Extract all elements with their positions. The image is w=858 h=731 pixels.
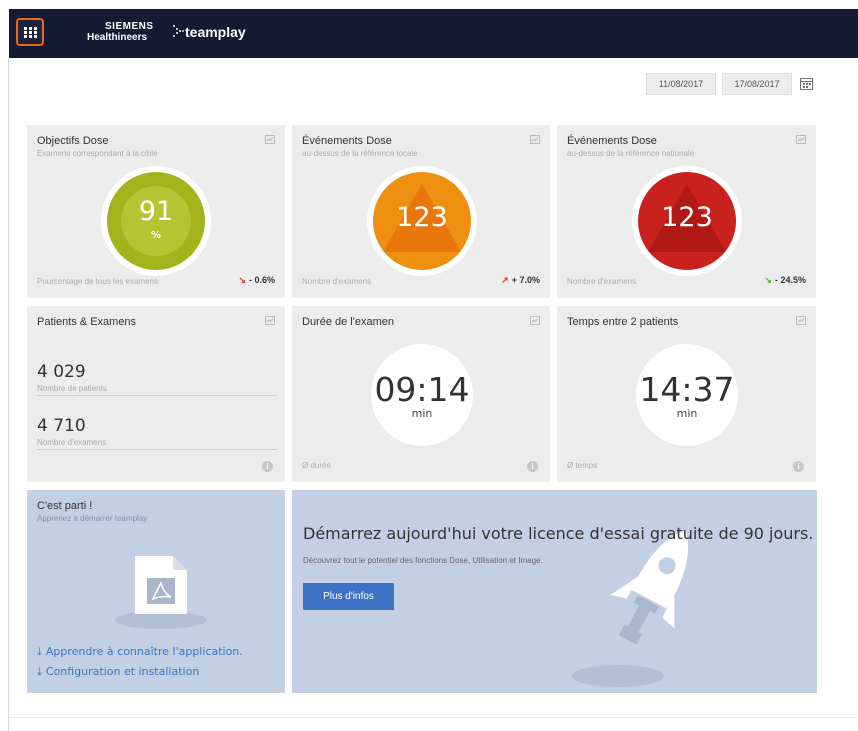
patients-exams-card[interactable]: Patients & Examens 4 029 Nombre de patie… [27,306,285,482]
dose-goals-gauge: 91 % [101,166,211,276]
exam-duration-value: 09:14 [374,370,470,409]
bottom-divider [9,717,858,718]
card-footer: Ø durée [302,461,331,470]
link-text: Configuration et installation [45,665,200,678]
expand-icon[interactable] [265,316,275,325]
exams-label: Nombre d'examens [37,438,107,447]
expand-icon[interactable] [796,135,806,144]
download-icon: ⤓ [37,665,42,678]
apps-menu-button[interactable] [16,18,44,46]
brand-line1: SIEMENS [105,21,154,32]
trend-down-icon: ↘ [238,275,246,285]
divider [37,395,277,396]
calendar-icon[interactable] [800,77,813,90]
dose-events-national-gauge: 123 [632,166,742,276]
dose-events-national-card[interactable]: Événements Dose au-dessus de la référenc… [557,125,816,298]
dose-events-local-gauge: 123 [367,166,477,276]
pdf-document-icon [115,556,207,629]
gauge-fill: 123 [638,172,736,270]
trial-promo-card: Démarrez aujourd'hui votre licence d'ess… [292,490,817,693]
dose-goals-card[interactable]: Objectifs Dose Examens correspondant à l… [27,125,285,298]
brand-line2: Healthineers [87,32,148,43]
getting-started-card: C'est parti ! Apprenez à démarrer teampl… [27,490,285,693]
expand-icon[interactable] [530,316,540,325]
expand-icon[interactable] [796,316,806,325]
dose-events-local-card[interactable]: Événements Dose au-dessus de la référenc… [292,125,550,298]
patients-count: 4 029 [37,362,86,382]
apps-grid-icon [23,26,37,38]
card-subtitle: Apprenez à démarrer teamplay [37,514,148,523]
trend-value: ↘ - 24.5% [764,275,806,286]
card-title: Patients & Examens [37,316,137,328]
gauge-fill: 91 % [107,172,205,270]
exam-duration-card[interactable]: Durée de l'examen 09:14 min Ø durée i [292,306,550,482]
trend-text: - 0.6% [248,275,275,285]
card-title: Événements Dose [567,135,657,147]
trend-down-icon: ↘ [764,275,772,285]
top-bar: SIEMENS Healthineers teamplay [9,9,858,58]
info-icon[interactable]: i [262,461,273,472]
more-info-button[interactable]: Plus d'infos [303,583,394,610]
divider [37,449,277,450]
info-icon[interactable]: i [527,461,538,472]
time-between-unit: min [676,407,698,420]
promo-text: Découvrez tout le potentiel des fonction… [303,556,543,565]
info-icon[interactable]: i [793,461,804,472]
time-between-value: 14:37 [639,370,735,409]
card-footer: Nombre d'examens [567,277,637,286]
dose-goals-unit: % [150,230,162,241]
learn-app-link[interactable]: ⤓ Apprendre à connaître l'application. [37,645,243,659]
dose-events-national-value: 123 [661,202,713,233]
link-text: Apprendre à connaître l'application. [45,645,243,658]
brand-dots-icon [173,25,184,37]
card-footer: Ø temps [567,461,598,470]
expand-icon[interactable] [530,135,540,144]
card-title: Durée de l'examen [302,316,394,328]
card-title: Événements Dose [302,135,392,147]
dose-goals-value: 91 [138,196,174,227]
trend-value: ↗ + 7.0% [501,275,540,286]
patients-label: Nombre de patients [37,384,107,393]
exam-duration-unit: min [411,407,433,420]
promo-heading: Démarrez aujourd'hui votre licence d'ess… [303,524,814,543]
end-date-field[interactable]: 17/08/2017 [722,73,792,95]
card-subtitle: au-dessus de la référence nationale [567,149,695,158]
exam-duration-display: 09:14 min [371,344,473,446]
trend-up-icon: ↗ [501,275,509,285]
left-border [8,58,9,731]
start-date-field[interactable]: 11/08/2017 [646,73,716,95]
setup-link[interactable]: ⤓ Configuration et installation [37,665,199,679]
card-title: Temps entre 2 patients [567,316,679,328]
download-icon: ⤓ [37,645,42,658]
card-subtitle: au-dessus de la référence locale [302,149,418,158]
dose-events-local-value: 123 [396,202,448,233]
card-subtitle: Examens correspondant à la cible [37,149,158,158]
time-between-card[interactable]: Temps entre 2 patients 14:37 min Ø temps… [557,306,816,482]
trend-value: ↘ - 0.6% [238,275,275,286]
time-between-display: 14:37 min [636,344,738,446]
card-footer: Nombre d'examens [302,277,372,286]
exams-count: 4 710 [37,416,86,436]
trend-text: + 7.0% [511,275,540,285]
app-name: teamplay [185,24,246,40]
card-title: C'est parti ! [37,500,93,512]
card-footer: Pourcentage de tous les examens [37,277,158,286]
card-title: Objectifs Dose [37,135,109,147]
gauge-fill: 123 [373,172,471,270]
expand-icon[interactable] [265,135,275,144]
trend-text: - 24.5% [774,275,806,285]
